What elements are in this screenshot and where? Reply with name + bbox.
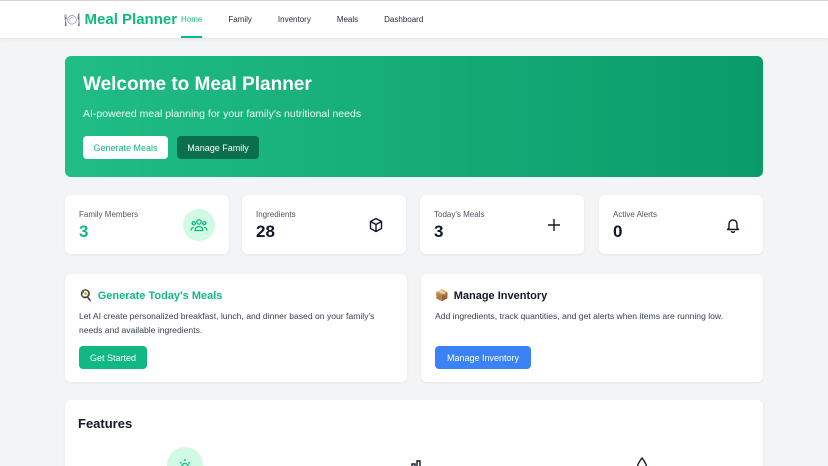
hero-subtitle: AI-powered meal planning for your family… xyxy=(83,108,362,120)
hero-banner: Welcome to Meal Planner AI-powered meal … xyxy=(65,56,763,177)
card-description: Let AI create personalized breakfast, lu… xyxy=(79,311,375,335)
nav-dashboard[interactable]: Dashboard xyxy=(384,1,423,39)
generate-meals-card: 🍳 Generate Today's Meals Let AI create p… xyxy=(65,274,407,382)
stat-value: 28 xyxy=(256,222,275,241)
card-description: Add ingredients, track quantities, and g… xyxy=(435,311,724,321)
brand[interactable]: 🍽 Meal Planner xyxy=(64,11,177,29)
nav-family[interactable]: Family xyxy=(228,1,252,39)
card-title-text: Generate Today's Meals xyxy=(97,289,223,302)
stat-label: Ingredients xyxy=(256,210,296,219)
get-started-button[interactable]: Get Started xyxy=(79,346,147,369)
card-title: 🍳 Generate Today's Meals xyxy=(79,289,223,303)
droplet-icon xyxy=(624,447,660,466)
features-title: Features xyxy=(78,416,133,431)
magnifier-icon: 🍳 xyxy=(79,290,93,302)
stat-card-todays-meals: Today's Meals 3 xyxy=(420,195,584,254)
stat-card-family-members: Family Members 3 xyxy=(65,195,229,254)
card-title-text: Manage Inventory xyxy=(453,289,548,302)
nav-meals[interactable]: Meals xyxy=(337,1,358,39)
plus-icon xyxy=(538,209,570,241)
hero-actions: Generate Meals Manage Family xyxy=(83,136,259,159)
main-nav: Home Family Inventory Meals Dashboard xyxy=(181,1,449,39)
fork-knife-plate-icon: 🍽 xyxy=(64,12,81,27)
users-icon xyxy=(183,209,215,241)
sun-icon xyxy=(167,447,203,466)
hero-title: Welcome to Meal Planner xyxy=(83,74,312,95)
manage-family-button[interactable]: Manage Family xyxy=(177,136,259,159)
nav-inventory[interactable]: Inventory xyxy=(278,1,311,39)
stat-card-active-alerts: Active Alerts 0 xyxy=(599,195,763,254)
bar-chart-icon xyxy=(395,447,431,466)
stat-label: Family Members xyxy=(79,210,139,219)
stat-value: 0 xyxy=(613,222,623,241)
top-navbar: 🍽 Meal Planner Home Family Inventory Mea… xyxy=(0,0,828,38)
stat-value: 3 xyxy=(79,222,89,241)
stat-label: Active Alerts xyxy=(613,210,658,219)
nav-home[interactable]: Home xyxy=(181,1,203,39)
brand-title: Meal Planner xyxy=(84,11,178,28)
manage-inventory-button[interactable]: Manage Inventory xyxy=(435,346,531,369)
stat-card-ingredients: Ingredients 28 xyxy=(242,195,406,254)
manage-inventory-card: 📦 Manage Inventory Add ingredients, trac… xyxy=(421,274,763,382)
cube-icon xyxy=(360,209,392,241)
stat-value: 3 xyxy=(434,222,444,241)
card-title: 📦 Manage Inventory xyxy=(435,289,548,303)
stat-label: Today's Meals xyxy=(434,210,485,219)
package-icon: 📦 xyxy=(435,290,449,302)
generate-meals-button[interactable]: Generate Meals xyxy=(83,136,168,159)
bell-icon xyxy=(717,209,749,241)
features-section: Features xyxy=(65,400,763,466)
